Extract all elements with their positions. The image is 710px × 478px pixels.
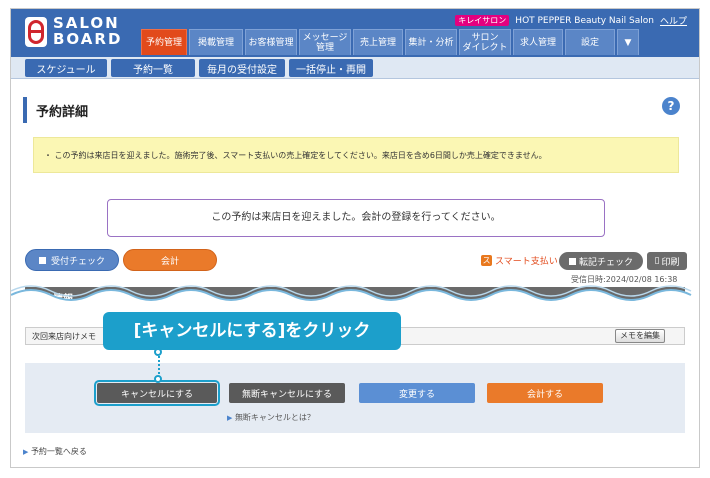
subnav-bulk-stop[interactable]: 一括停止・再開: [289, 59, 373, 77]
back-to-list-link[interactable]: ▶ 予約一覧へ戻る: [23, 446, 87, 457]
torn-edge-wave: [11, 285, 699, 307]
smart-pay-label: スマート支払い: [495, 257, 558, 267]
nav-tab-4[interactable]: 売上管理: [353, 29, 403, 55]
change-button[interactable]: 変更する: [359, 383, 475, 403]
nav-tab-5[interactable]: 集計・分析: [405, 29, 457, 55]
title-accent: [23, 97, 27, 123]
checkbox-icon: [38, 256, 46, 264]
nav-tab-1[interactable]: 掲載管理: [189, 29, 243, 55]
print-button[interactable]: ▯ 印刷: [647, 252, 687, 270]
smart-pay-icon: ス: [481, 255, 492, 266]
subnav-reservation-list[interactable]: 予約一覧: [111, 59, 195, 77]
edit-memo-button[interactable]: メモを編集: [615, 329, 665, 343]
help-link[interactable]: ヘルプ: [660, 14, 687, 27]
checkbox-icon: [568, 257, 576, 265]
print-label: 印刷: [661, 257, 680, 268]
nav-tab-3[interactable]: メッセージ 管理: [299, 29, 351, 55]
accept-check-label: 受付チェック: [50, 256, 105, 267]
nav-tab-6[interactable]: サロン ダイレクト: [459, 29, 511, 55]
triangle-icon: ▶: [23, 448, 29, 456]
salon-board-logo-icon: [25, 17, 47, 47]
info-message: この予約は来店日を迎えました。会計の登録を行ってください。: [107, 199, 605, 237]
what-is-no-show-link[interactable]: ▶ 無断キャンセルとは？: [227, 412, 315, 423]
checkout-pill-button[interactable]: 会計: [123, 249, 217, 271]
nav-dropdown-icon[interactable]: ▼: [617, 29, 639, 55]
header-utility: キレイサロン HOT PEPPER Beauty Nail Salon ヘルプ: [455, 14, 687, 27]
logo-line-1: SALON: [53, 14, 120, 32]
subnav-schedule[interactable]: スケジュール: [25, 59, 107, 77]
help-icon[interactable]: ?: [662, 97, 680, 115]
accept-check-button[interactable]: 受付チェック: [25, 249, 119, 271]
app-window: SALON BOARD キレイサロン HOT PEPPER Beauty Nai…: [10, 8, 700, 468]
nav-tab-7[interactable]: 求人管理: [513, 29, 563, 55]
next-memo-label: 次回来店向けメモ: [32, 332, 96, 341]
logo-line-2: BOARD: [53, 30, 123, 48]
transfer-check-button[interactable]: 転記チェック: [559, 252, 643, 270]
back-to-list-label: 予約一覧へ戻る: [30, 447, 87, 456]
pay-button[interactable]: 会計する: [487, 383, 603, 403]
smart-pay-indicator: ス スマート支払い: [481, 254, 558, 267]
callout-dot-bottom: [154, 375, 162, 383]
salon-board-logo-text: SALON BOARD: [53, 15, 122, 47]
print-icon: ▯: [654, 256, 660, 266]
cancel-highlight-ring: [94, 380, 220, 406]
nav-tab-8[interactable]: 設定: [565, 29, 615, 55]
brand-name: HOT PEPPER Beauty Nail Salon: [515, 15, 654, 26]
main-nav: 予約管理 掲載管理 お客様管理 メッセージ 管理 売上管理 集計・分析 サロン ダイレクト求…: [141, 29, 639, 55]
nav-tab-0[interactable]: 予約管理: [141, 29, 187, 55]
no-show-cancel-button[interactable]: 無断キャンセルにする: [229, 383, 345, 403]
transfer-check-label: 転記チェック: [578, 257, 633, 268]
nav-tab-2[interactable]: お客様管理: [245, 29, 297, 55]
notice-box: ・ この予約は来店日を迎えました。施術完了後、スマート支払いの売上確定をしてくだ…: [33, 137, 679, 173]
what-is-no-show-label: 無断キャンセルとは？: [234, 413, 315, 422]
instruction-callout: [キャンセルにする]をクリック: [103, 312, 401, 350]
top-header: SALON BOARD キレイサロン HOT PEPPER Beauty Nai…: [11, 9, 699, 57]
kirei-salon-badge: キレイサロン: [455, 15, 510, 26]
sub-nav: スケジュール 予約一覧 毎月の受付設定 一括停止・再開: [11, 57, 699, 79]
page-title: 予約詳細: [36, 105, 89, 120]
callout-dot-top: [154, 348, 162, 356]
triangle-icon: ▶: [227, 414, 233, 422]
subnav-monthly-settings[interactable]: 毎月の受付設定: [199, 59, 285, 77]
